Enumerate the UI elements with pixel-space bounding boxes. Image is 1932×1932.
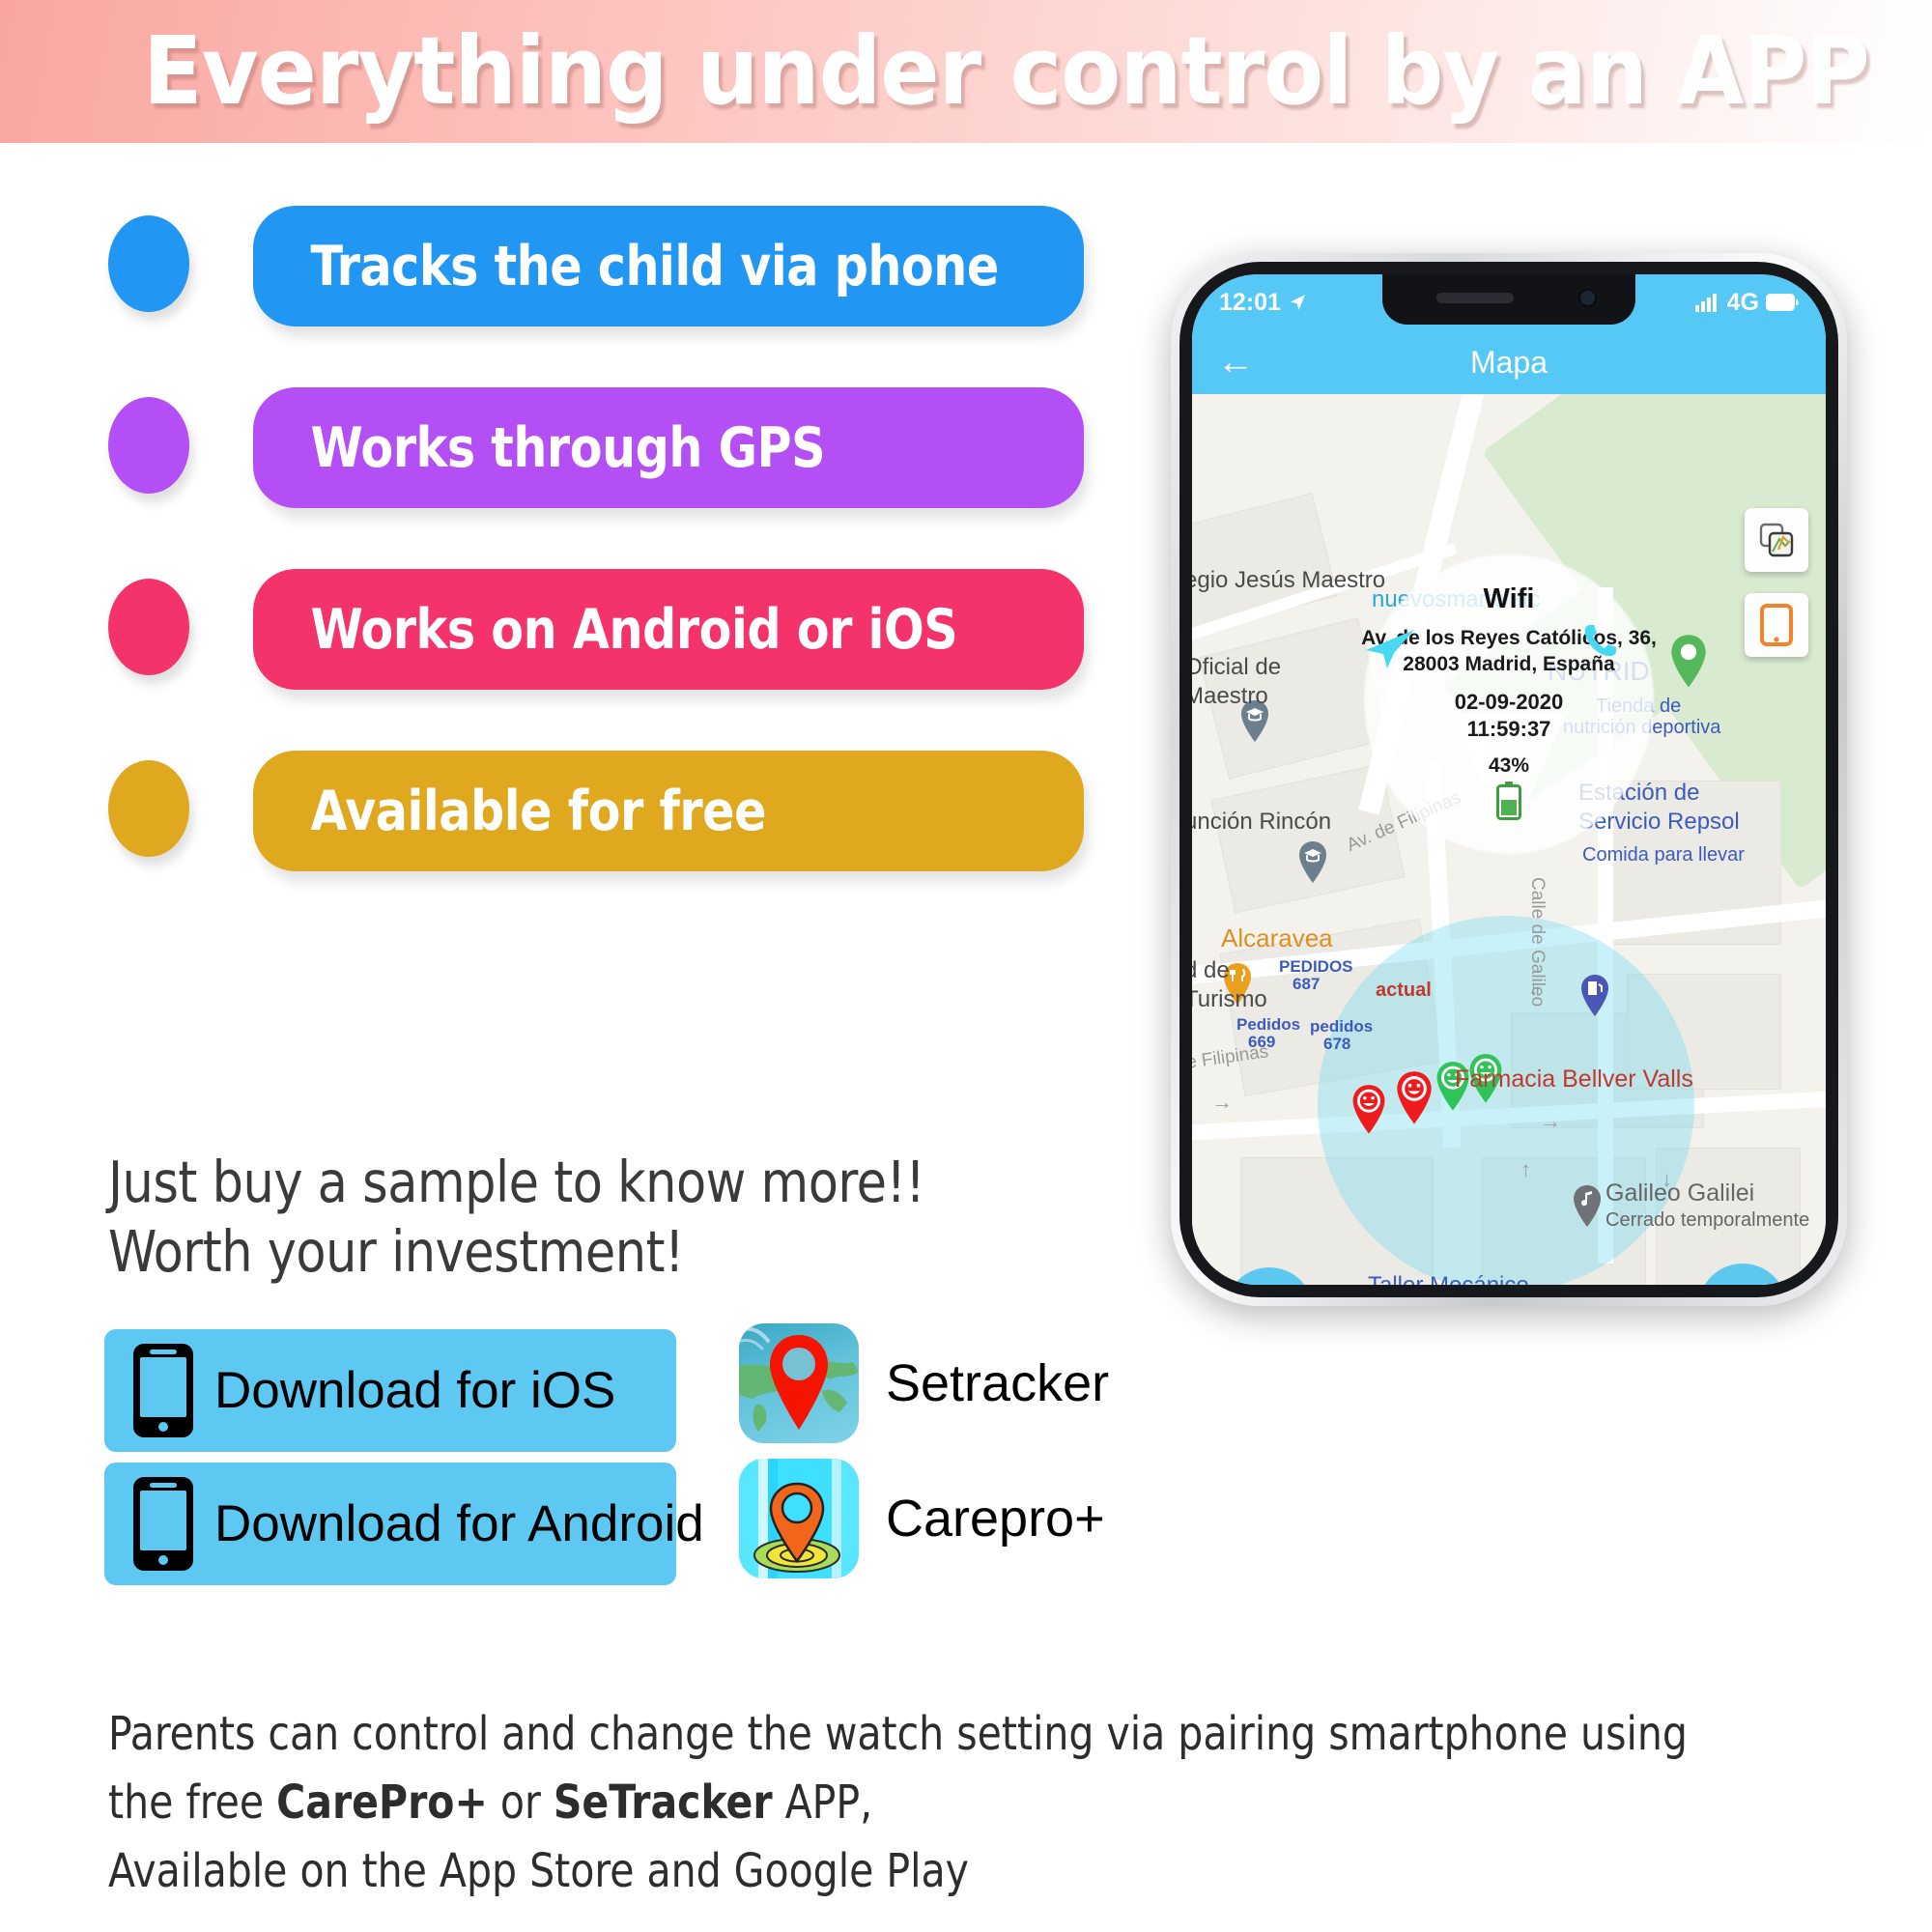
feature-label: Works on Android or iOS <box>310 597 958 662</box>
app-name-setracker: Setracker <box>886 1354 1110 1412</box>
layers-icon <box>1759 523 1794 557</box>
feature-row-2: Works through GPS <box>0 387 1084 508</box>
map-pin-green[interactable] <box>1667 634 1710 690</box>
footer-line-3: Available on the App Store and Google Pl… <box>108 1844 969 1898</box>
device-info-card: Wifi Av. de los Reyes Católicos, 36, 280… <box>1350 554 1668 854</box>
app-name-carepro: Carepro+ <box>886 1490 1105 1548</box>
map-label: 678 <box>1323 1035 1351 1053</box>
header-banner: Everything under control by an APP <box>0 0 1932 143</box>
page-title: Everything under control by an APP <box>143 16 1870 126</box>
footer-line-2: the free CarePro+ or SeTracker APP, <box>108 1769 1778 1837</box>
map-label: Farmacia Bellver Valls <box>1455 1065 1693 1093</box>
direction-arrow-icon: → <box>1211 1090 1233 1114</box>
location-arrow-icon <box>1290 295 1305 310</box>
feature-bullet-dot <box>108 760 189 857</box>
info-title: Wifi <box>1483 583 1535 614</box>
download-ios-button[interactable]: Download for iOS <box>104 1329 676 1452</box>
feature-bullet-dot <box>108 397 189 494</box>
info-date: 02-09-2020 <box>1454 690 1564 714</box>
direction-arrow-icon: → <box>1540 1109 1561 1133</box>
feature-label: Available for free <box>310 779 767 843</box>
map-label: 687 <box>1293 975 1321 993</box>
app-bar: ← Mapa <box>1192 330 1826 394</box>
feature-pill-tracks-child[interactable]: Tracks the child via phone <box>253 206 1084 327</box>
map-pin-gas-station[interactable] <box>1578 974 1611 1018</box>
signal-bars-icon <box>1694 294 1717 312</box>
footer-line2-post: APP, <box>772 1776 873 1830</box>
map-label: actual <box>1376 980 1432 1001</box>
app-badge-carepro[interactable]: Carepro+ <box>739 1459 1105 1578</box>
footer-line2-mid: or <box>487 1776 554 1830</box>
app-bar-title: Mapa <box>1469 344 1548 380</box>
map-pin-music[interactable] <box>1571 1184 1604 1229</box>
map-label: Oficial de <box>1192 654 1282 680</box>
status-left: 12:01 <box>1219 289 1307 317</box>
download-android-label: Download for Android <box>214 1495 704 1552</box>
status-time: 12:01 <box>1219 288 1281 316</box>
feature-pill-gps[interactable]: Works through GPS <box>253 387 1084 508</box>
map-label: Comida para llevar <box>1582 844 1745 866</box>
earpiece-icon <box>1436 293 1514 303</box>
status-network: 4G <box>1726 288 1759 316</box>
direction-arrow-icon: ↑ <box>1520 1157 1531 1181</box>
map-pin-smiley-red[interactable] <box>1350 1084 1388 1136</box>
phone-mockup: 12:01 4G ← Mapa Wifi Av. de los Reyes Ca… <box>1171 253 1847 1306</box>
front-camera-icon <box>1578 289 1597 307</box>
footer-brand-carepro: CarePro+ <box>276 1776 488 1830</box>
paper-plane-icon[interactable] <box>1364 628 1416 675</box>
feature-bullet-dot <box>108 215 189 312</box>
phone-icon <box>133 1344 193 1437</box>
app-badge-setracker[interactable]: Setracker <box>739 1323 1109 1443</box>
footer-line-1: Parents can control and change the watch… <box>108 1707 1688 1761</box>
map-pin-target-icon <box>739 1459 859 1578</box>
map-label: Galileo Galilei <box>1605 1179 1755 1207</box>
people-icon <box>1723 1284 1762 1286</box>
feature-pill-free[interactable]: Available for free <box>253 751 1084 871</box>
map-label: 669 <box>1248 1033 1276 1051</box>
map-view[interactable]: Wifi Av. de los Reyes Católicos, 36, 280… <box>1192 394 1826 1285</box>
map-pin-school[interactable] <box>1296 840 1329 885</box>
map-pin-globe-icon <box>739 1323 859 1443</box>
map-label: Alcaravea <box>1221 923 1333 952</box>
phone-notch <box>1382 274 1635 325</box>
map-label: unción Rincón <box>1192 809 1332 835</box>
feature-pill-android-ios[interactable]: Works on Android or iOS <box>253 569 1084 690</box>
map-label-street: Calle de Galileo <box>1527 877 1548 1008</box>
phone-screen: 12:01 4G ← Mapa Wifi Av. de los Reyes Ca… <box>1192 274 1826 1285</box>
footer-description: Parents can control and change the watch… <box>108 1700 1778 1906</box>
phone-icon <box>133 1477 193 1571</box>
map-pin-smiley-red[interactable] <box>1393 1070 1435 1126</box>
download-ios-label: Download for iOS <box>214 1362 616 1419</box>
feature-row-3: Works on Android or iOS <box>0 569 1084 690</box>
map-layers-button[interactable] <box>1745 508 1808 572</box>
feature-label: Works through GPS <box>310 415 826 480</box>
info-datetime: 02-09-2020 11:59:37 <box>1350 689 1668 743</box>
battery-icon <box>1766 294 1799 311</box>
map-label: Cerrado temporalmente <box>1605 1209 1810 1231</box>
tagline-line-2: Worth your investment! <box>108 1218 684 1285</box>
map-label: Taller Mecánico <box>1368 1271 1529 1285</box>
footer-brand-setracker: SeTracker <box>553 1776 773 1830</box>
footer-line2-pre: the free <box>108 1776 277 1830</box>
download-android-button[interactable]: Download for Android <box>104 1463 704 1585</box>
map-device-button[interactable] <box>1745 593 1808 657</box>
status-right: 4G <box>1694 288 1799 317</box>
map-label: d de <box>1192 957 1230 983</box>
phone-call-icon[interactable] <box>1582 622 1619 664</box>
orange-phone-icon <box>1760 604 1793 646</box>
feature-row-4: Available for free <box>0 751 1084 871</box>
info-battery-percent: 43% <box>1488 754 1530 777</box>
battery-level-icon <box>1350 781 1668 825</box>
feature-row-1: Tracks the child via phone <box>0 206 1084 327</box>
watch-icon <box>1251 1285 1288 1286</box>
info-time: 11:59:37 <box>1466 717 1551 741</box>
feature-label: Tracks the child via phone <box>310 234 1000 298</box>
map-label: Maestro <box>1192 683 1268 709</box>
feature-bullet-dot <box>108 579 189 675</box>
